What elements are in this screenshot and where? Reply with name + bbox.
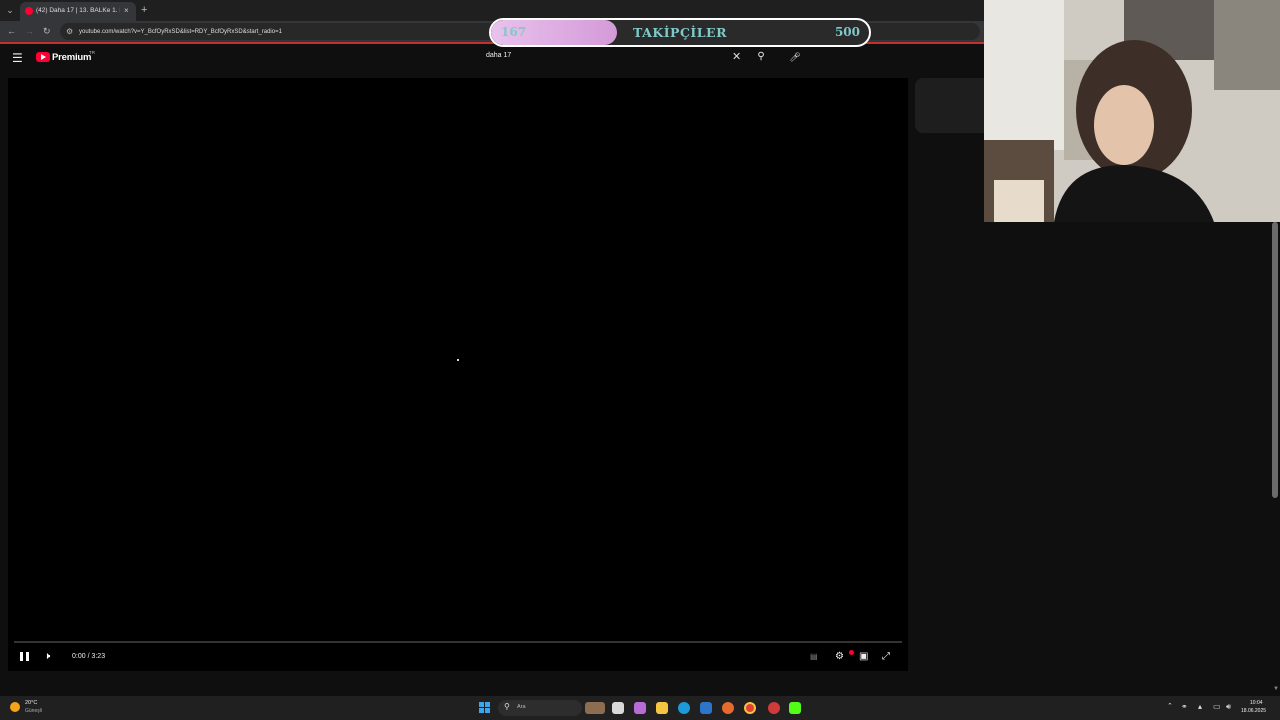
network-icon[interactable]: ⚭ bbox=[1181, 702, 1188, 711]
windows-start-icon[interactable] bbox=[479, 702, 491, 714]
chrome-icon[interactable] bbox=[744, 702, 756, 714]
youtube-premium-logo-text[interactable]: Premium bbox=[52, 52, 91, 63]
subtitles-icon[interactable]: ▤ bbox=[810, 651, 818, 663]
copilot-icon[interactable] bbox=[634, 702, 646, 714]
youtube-logo-icon[interactable] bbox=[36, 52, 50, 62]
webcam-overlay bbox=[984, 0, 1280, 222]
kick-icon[interactable] bbox=[789, 702, 801, 714]
file-explorer-icon[interactable] bbox=[656, 702, 668, 714]
task-view-icon[interactable] bbox=[612, 702, 624, 714]
tab-title: (42) Daha 17 | 13. BALKe 1. Röy bbox=[36, 7, 120, 14]
youtube-favicon-icon bbox=[25, 7, 33, 15]
taskbar-search-placeholder: Ara bbox=[517, 704, 526, 710]
wifi-icon[interactable]: ▴ bbox=[1198, 702, 1202, 711]
clock-time[interactable]: 10:04 bbox=[1250, 700, 1263, 706]
reload-icon[interactable]: ↻ bbox=[43, 25, 51, 37]
weather-sun-icon[interactable] bbox=[10, 702, 20, 712]
hd-badge bbox=[849, 650, 854, 655]
weather-temperature[interactable]: 20°C bbox=[25, 700, 37, 706]
settings-gear-icon[interactable]: ⚙ bbox=[835, 651, 844, 663]
speaker-icon[interactable]: 🔊︎ bbox=[1226, 702, 1231, 712]
back-arrow-icon[interactable]: ← bbox=[7, 25, 16, 37]
firefox-icon[interactable] bbox=[722, 702, 734, 714]
new-tab-button[interactable]: + bbox=[141, 3, 147, 17]
pause-icon[interactable] bbox=[18, 651, 32, 663]
search-icon[interactable]: ⚲ bbox=[752, 50, 770, 66]
microphone-icon[interactable]: 🎤︎ bbox=[786, 50, 804, 66]
video-player[interactable]: 🕨︎ 0:00 / 3:23 ▤ ⚙ ▣ ⤢ bbox=[8, 78, 908, 671]
search-icon: ⚲ bbox=[504, 702, 510, 711]
video-progress-bar[interactable] bbox=[14, 641, 902, 643]
browser-tab-active[interactable]: (42) Daha 17 | 13. BALKe 1. Röy × bbox=[20, 2, 136, 21]
side-panel-card bbox=[915, 78, 985, 133]
loading-indicator bbox=[457, 359, 459, 361]
volume-icon[interactable]: 🕨︎ bbox=[44, 651, 50, 663]
fullscreen-icon[interactable]: ⤢ bbox=[882, 651, 890, 663]
site-info-icon[interactable]: ⚙ bbox=[66, 26, 73, 37]
display-icon[interactable]: ▭ bbox=[1213, 702, 1221, 711]
tab-search-icon[interactable]: ⌄ bbox=[4, 4, 16, 16]
search-input[interactable]: daha 17 ✕ bbox=[480, 48, 748, 66]
forward-arrow-icon[interactable]: → bbox=[25, 25, 34, 37]
hamburger-menu-icon[interactable]: ☰ bbox=[12, 51, 23, 65]
store-icon[interactable] bbox=[700, 702, 712, 714]
scroll-down-arrow-icon[interactable]: ▼ bbox=[1273, 686, 1279, 692]
url-text: youtube.com/watch?v=Y_BcfOyRxSD&list=RDY… bbox=[79, 29, 282, 35]
followers-label: TAKİPÇİLER bbox=[633, 25, 727, 40]
followers-goal-count: 500 bbox=[834, 25, 860, 39]
pause-bar-left bbox=[20, 652, 23, 661]
edge-browser-icon[interactable] bbox=[678, 702, 690, 714]
clear-search-icon[interactable]: ✕ bbox=[732, 50, 741, 64]
theater-mode-icon[interactable]: ▣ bbox=[859, 651, 868, 663]
webcam-image bbox=[984, 0, 1280, 222]
taskbar-search-box[interactable]: ⚲ Ara bbox=[498, 700, 582, 716]
windows-taskbar: 20°C Güneşli ⚲ Ara ⌃ ⚭ ▴ ▭ 🔊︎ 10:04 18.0… bbox=[0, 696, 1280, 720]
youtube-header: ☰ Premium TR daha 17 ✕ ⚲ 🎤︎ bbox=[0, 44, 984, 74]
play-triangle-icon bbox=[41, 54, 46, 60]
tray-overflow-icon[interactable]: ⌃ bbox=[1167, 702, 1173, 710]
followers-goal-widget: 167 TAKİPÇİLER 500 bbox=[489, 18, 871, 47]
clock-date[interactable]: 18.06.2025 bbox=[1241, 708, 1266, 714]
pause-bar-right bbox=[26, 652, 29, 661]
tab-close-icon[interactable]: × bbox=[124, 5, 129, 17]
obs-icon[interactable] bbox=[768, 702, 780, 714]
search-query-text: daha 17 bbox=[486, 52, 512, 59]
search-highlight-icon[interactable] bbox=[585, 702, 605, 714]
page-scrollbar[interactable] bbox=[1272, 222, 1278, 498]
weather-description[interactable]: Güneşli bbox=[25, 708, 42, 714]
time-display: 0:00 / 3:23 bbox=[72, 653, 106, 660]
region-code: TR bbox=[89, 50, 95, 55]
